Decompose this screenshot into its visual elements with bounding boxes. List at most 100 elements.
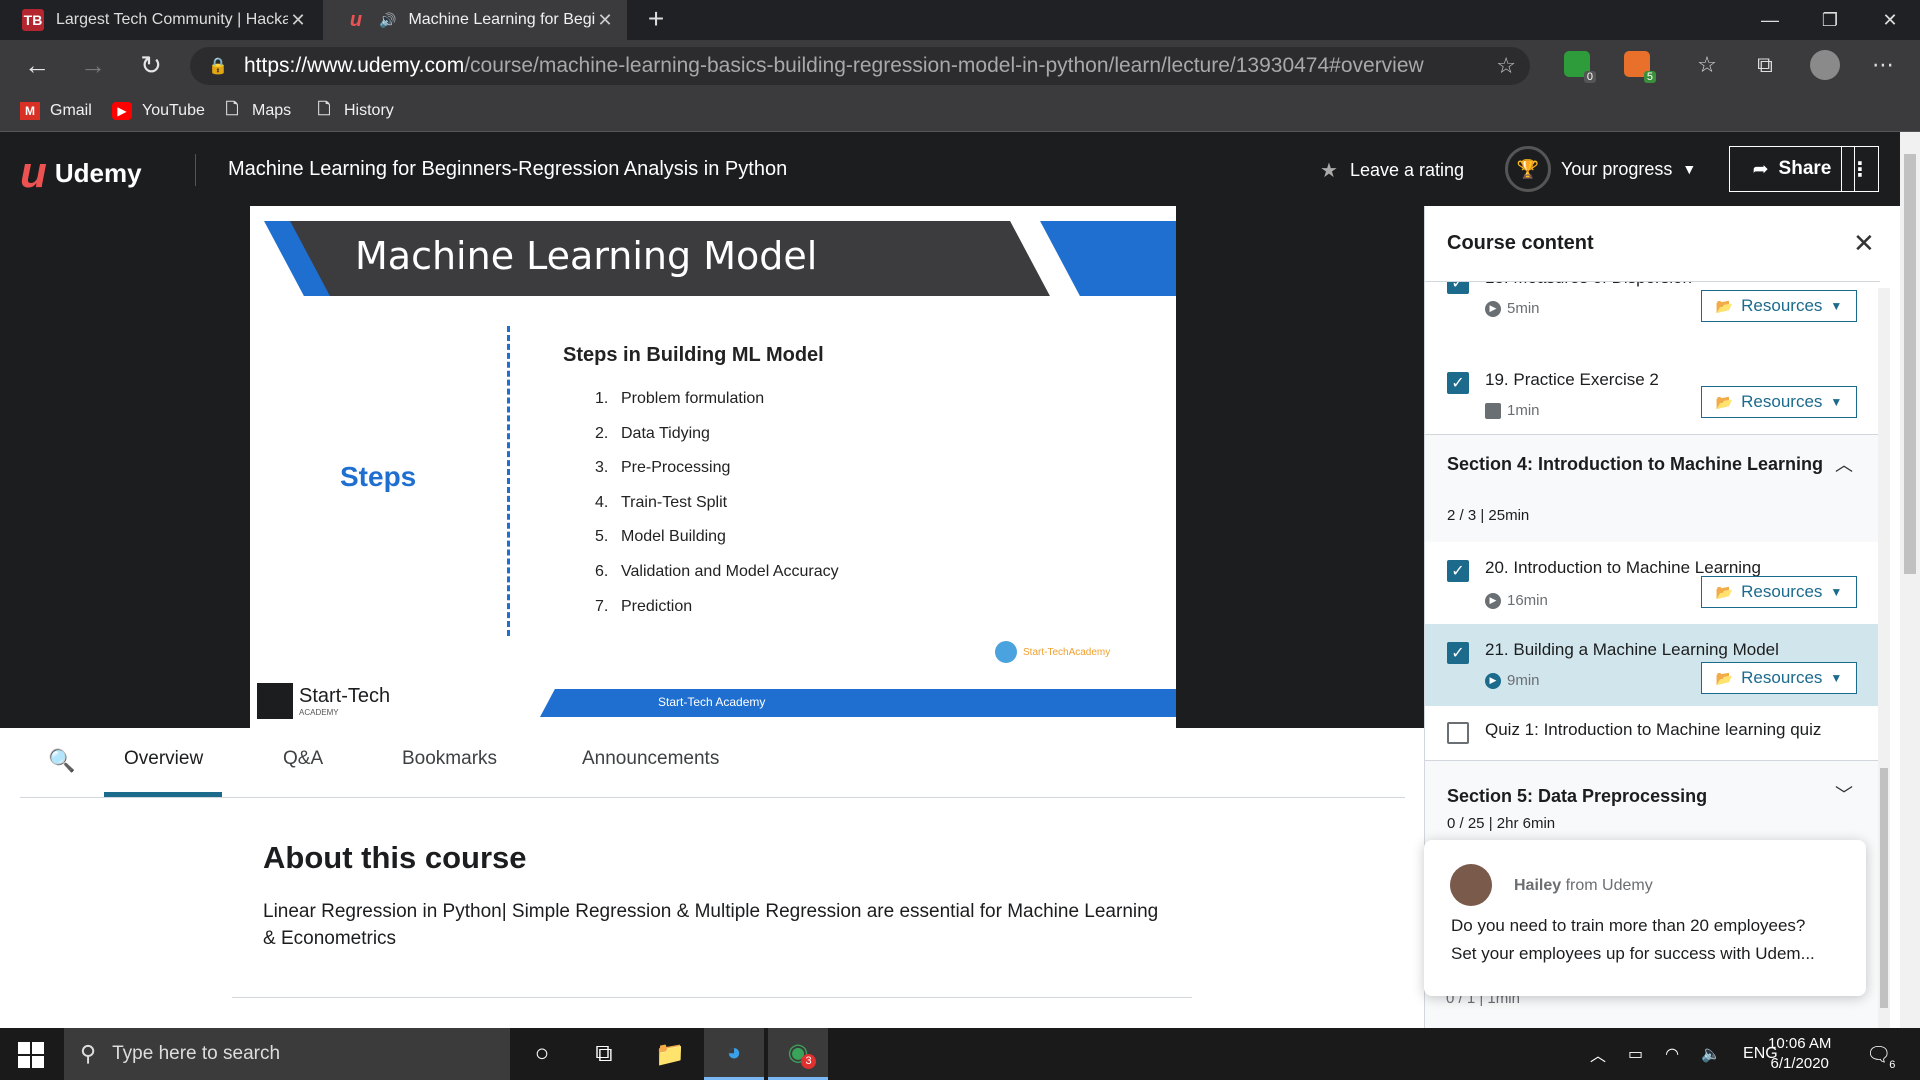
chrome-app-icon[interactable]: ◉ 3	[768, 1028, 828, 1080]
about-description: Linear Regression in Python| Simple Regr…	[263, 901, 1159, 949]
lecture-item[interactable]: ✓ 18. Measures of Dispersion ▶5min 📂Reso…	[1425, 268, 1880, 352]
resources-button[interactable]: 📂 Resources ▼	[1701, 386, 1857, 418]
speaker-icon[interactable]: 🔊	[379, 12, 396, 29]
volume-icon[interactable]: 🔈	[1701, 1044, 1721, 1064]
completed-checkbox[interactable]: ✓	[1447, 560, 1469, 582]
sidebar-scrollbar[interactable]	[1878, 288, 1890, 1028]
bookmark-gmail[interactable]: M Gmail	[20, 98, 92, 124]
list-item: 5. Model Building	[595, 528, 839, 563]
back-icon[interactable]: ←	[20, 48, 54, 82]
leave-rating-label: Leave a rating	[1349, 160, 1465, 180]
favorites-icon[interactable]: ☆	[1692, 50, 1722, 80]
lecture-item[interactable]: ✓ 20. Introduction to Machine Learning ▶…	[1425, 542, 1880, 624]
course-title[interactable]: Machine Learning for Beginners-Regressio…	[228, 158, 787, 181]
list-item: 1. Problem formulation	[595, 390, 839, 425]
leave-rating-button[interactable]: ★ Leave a rating	[1320, 158, 1464, 183]
step-text: Pre-Processing	[621, 459, 731, 477]
slide-side-label: Steps	[340, 461, 417, 492]
url-path: /course/machine-learning-basics-building…	[464, 54, 1424, 77]
tab-hackerearth[interactable]: TB Largest Tech Community | Hacka ✕	[0, 0, 320, 40]
slide-footer-text: Start-Tech Academy	[658, 695, 766, 709]
section-header[interactable]: Section 4: Introduction to Machine Learn…	[1425, 434, 1880, 542]
completed-checkbox[interactable]: ✓	[1447, 372, 1469, 394]
cortana-icon[interactable]: ○	[512, 1028, 572, 1080]
scrollbar-thumb[interactable]	[1904, 154, 1916, 574]
play-icon: ▶	[1485, 592, 1501, 609]
taskbar-clock[interactable]: 10:06 AM 6/1/2020	[1768, 1034, 1831, 1074]
battery-icon[interactable]: ▭	[1628, 1044, 1643, 1064]
url-text[interactable]: https://www.udemy.com/course/machine-lea…	[244, 54, 1424, 78]
section-header[interactable]: Section 5: Data Preprocessing 0 / 25 | 2…	[1425, 760, 1880, 850]
more-options-button[interactable]: ⋮	[1841, 146, 1879, 192]
resources-button[interactable]: 📂 Resources ▼	[1701, 576, 1857, 608]
close-icon[interactable]: ✕	[1853, 228, 1875, 259]
bookmark-youtube[interactable]: ▶ YouTube	[112, 98, 205, 124]
lecture-item[interactable]: ✓ 19. Practice Exercise 2 1min 📂 Resource…	[1425, 352, 1880, 434]
windows-start-icon[interactable]	[18, 1042, 44, 1068]
tab-close-icon[interactable]: ✕	[595, 10, 615, 31]
share-button[interactable]: ➦ Share	[1729, 146, 1855, 192]
new-tab-icon[interactable]: +	[640, 4, 672, 36]
tab-qa[interactable]: Q&A	[283, 748, 323, 770]
list-item: 3. Pre-Processing	[595, 459, 839, 494]
lecture-title: 19. Practice Exercise 2	[1485, 370, 1659, 389]
app-badge: 3	[801, 1054, 816, 1069]
chevron-up-icon[interactable]: ︿	[1590, 1042, 1606, 1066]
udemy-logo[interactable]: u Udemy	[20, 148, 142, 198]
edge-browser-icon[interactable]: ◕	[704, 1028, 764, 1080]
profile-avatar-icon[interactable]	[1810, 50, 1840, 80]
bookmark-label: Maps	[252, 102, 292, 119]
share-icon: ➦	[1752, 158, 1769, 180]
chevron-down-icon: ▼	[1830, 671, 1843, 685]
video-player[interactable]: Machine Learning Model Steps Steps in Bu…	[0, 206, 1424, 728]
duration-text: 5min	[1507, 300, 1540, 317]
start-tech-brand: Start-Tech ACADEMY	[257, 683, 390, 719]
extension-orange-icon[interactable]: 5	[1624, 51, 1656, 83]
udemy-header: u Udemy Machine Learning for Beginners-R…	[0, 132, 1900, 206]
bookmark-maps[interactable]: 🗋 Maps	[222, 98, 292, 124]
page-scrollbar[interactable]	[1900, 132, 1920, 1028]
search-icon[interactable]: 🔍	[48, 748, 75, 774]
quiz-item[interactable]: Quiz 1: Introduction to Machine learning…	[1425, 706, 1880, 760]
wifi-icon[interactable]: ◠	[1665, 1044, 1679, 1064]
tab-udemy[interactable]: u 🔊 Machine Learning for Begin ✕	[323, 0, 627, 40]
file-explorer-icon[interactable]: 📁	[640, 1028, 700, 1080]
bookmark-history[interactable]: 🗋 History	[314, 98, 394, 124]
bookmark-label: Gmail	[50, 102, 92, 119]
your-progress-button[interactable]: 🏆 Your progress ▼	[1505, 146, 1696, 192]
favorite-star-icon[interactable]: ☆	[1496, 53, 1516, 79]
task-view-icon[interactable]: ⧉	[574, 1028, 634, 1080]
taskbar-search-input[interactable]: ⚲ Type here to search	[64, 1028, 510, 1080]
resources-button[interactable]: 📂 Resources ▼	[1701, 662, 1857, 694]
tab-announcements[interactable]: Announcements	[582, 748, 719, 770]
tab-overview[interactable]: Overview	[124, 748, 203, 770]
tab-close-icon[interactable]: ✕	[288, 10, 308, 31]
scrollbar-thumb[interactable]	[1880, 768, 1888, 1008]
minimize-icon[interactable]: —	[1742, 0, 1798, 40]
duration-text: 9min	[1507, 672, 1540, 689]
address-bar[interactable]: 🔒 https://www.udemy.com/course/machine-l…	[190, 47, 1530, 85]
lecture-item-current[interactable]: ✓ 21. Building a Machine Learning Model …	[1425, 624, 1880, 706]
search-placeholder: Type here to search	[112, 1043, 281, 1064]
trophy-icon: 🏆	[1505, 146, 1551, 192]
play-icon: ▶	[1485, 300, 1501, 317]
tab-bookmarks[interactable]: Bookmarks	[402, 748, 497, 770]
restore-icon[interactable]: ❐	[1802, 0, 1858, 40]
resources-button[interactable]: 📂 Resources ▼	[1701, 290, 1857, 322]
udemy-favicon-icon: u	[349, 8, 363, 31]
step-text: Validation and Model Accuracy	[621, 562, 839, 580]
incomplete-checkbox[interactable]	[1447, 722, 1469, 744]
completed-checkbox[interactable]: ✓	[1447, 642, 1469, 664]
chat-popup[interactable]: Hailey from Udemy Do you need to train m…	[1424, 840, 1866, 996]
step-text: Prediction	[621, 597, 693, 615]
window-close-icon[interactable]: ✕	[1862, 0, 1918, 40]
forward-icon[interactable]: →	[76, 48, 110, 82]
page-icon: 🗋	[225, 100, 239, 118]
reload-icon[interactable]: ↻	[134, 48, 168, 82]
brand-sub: ACADEMY	[299, 708, 339, 717]
notifications-icon[interactable]: 🗨 6	[1866, 1042, 1895, 1071]
more-menu-icon[interactable]: ⋯	[1868, 50, 1898, 80]
extension-shield-icon[interactable]: 0	[1564, 51, 1596, 83]
collections-icon[interactable]: ⧉	[1750, 50, 1780, 80]
play-icon: ▶	[1485, 672, 1501, 689]
